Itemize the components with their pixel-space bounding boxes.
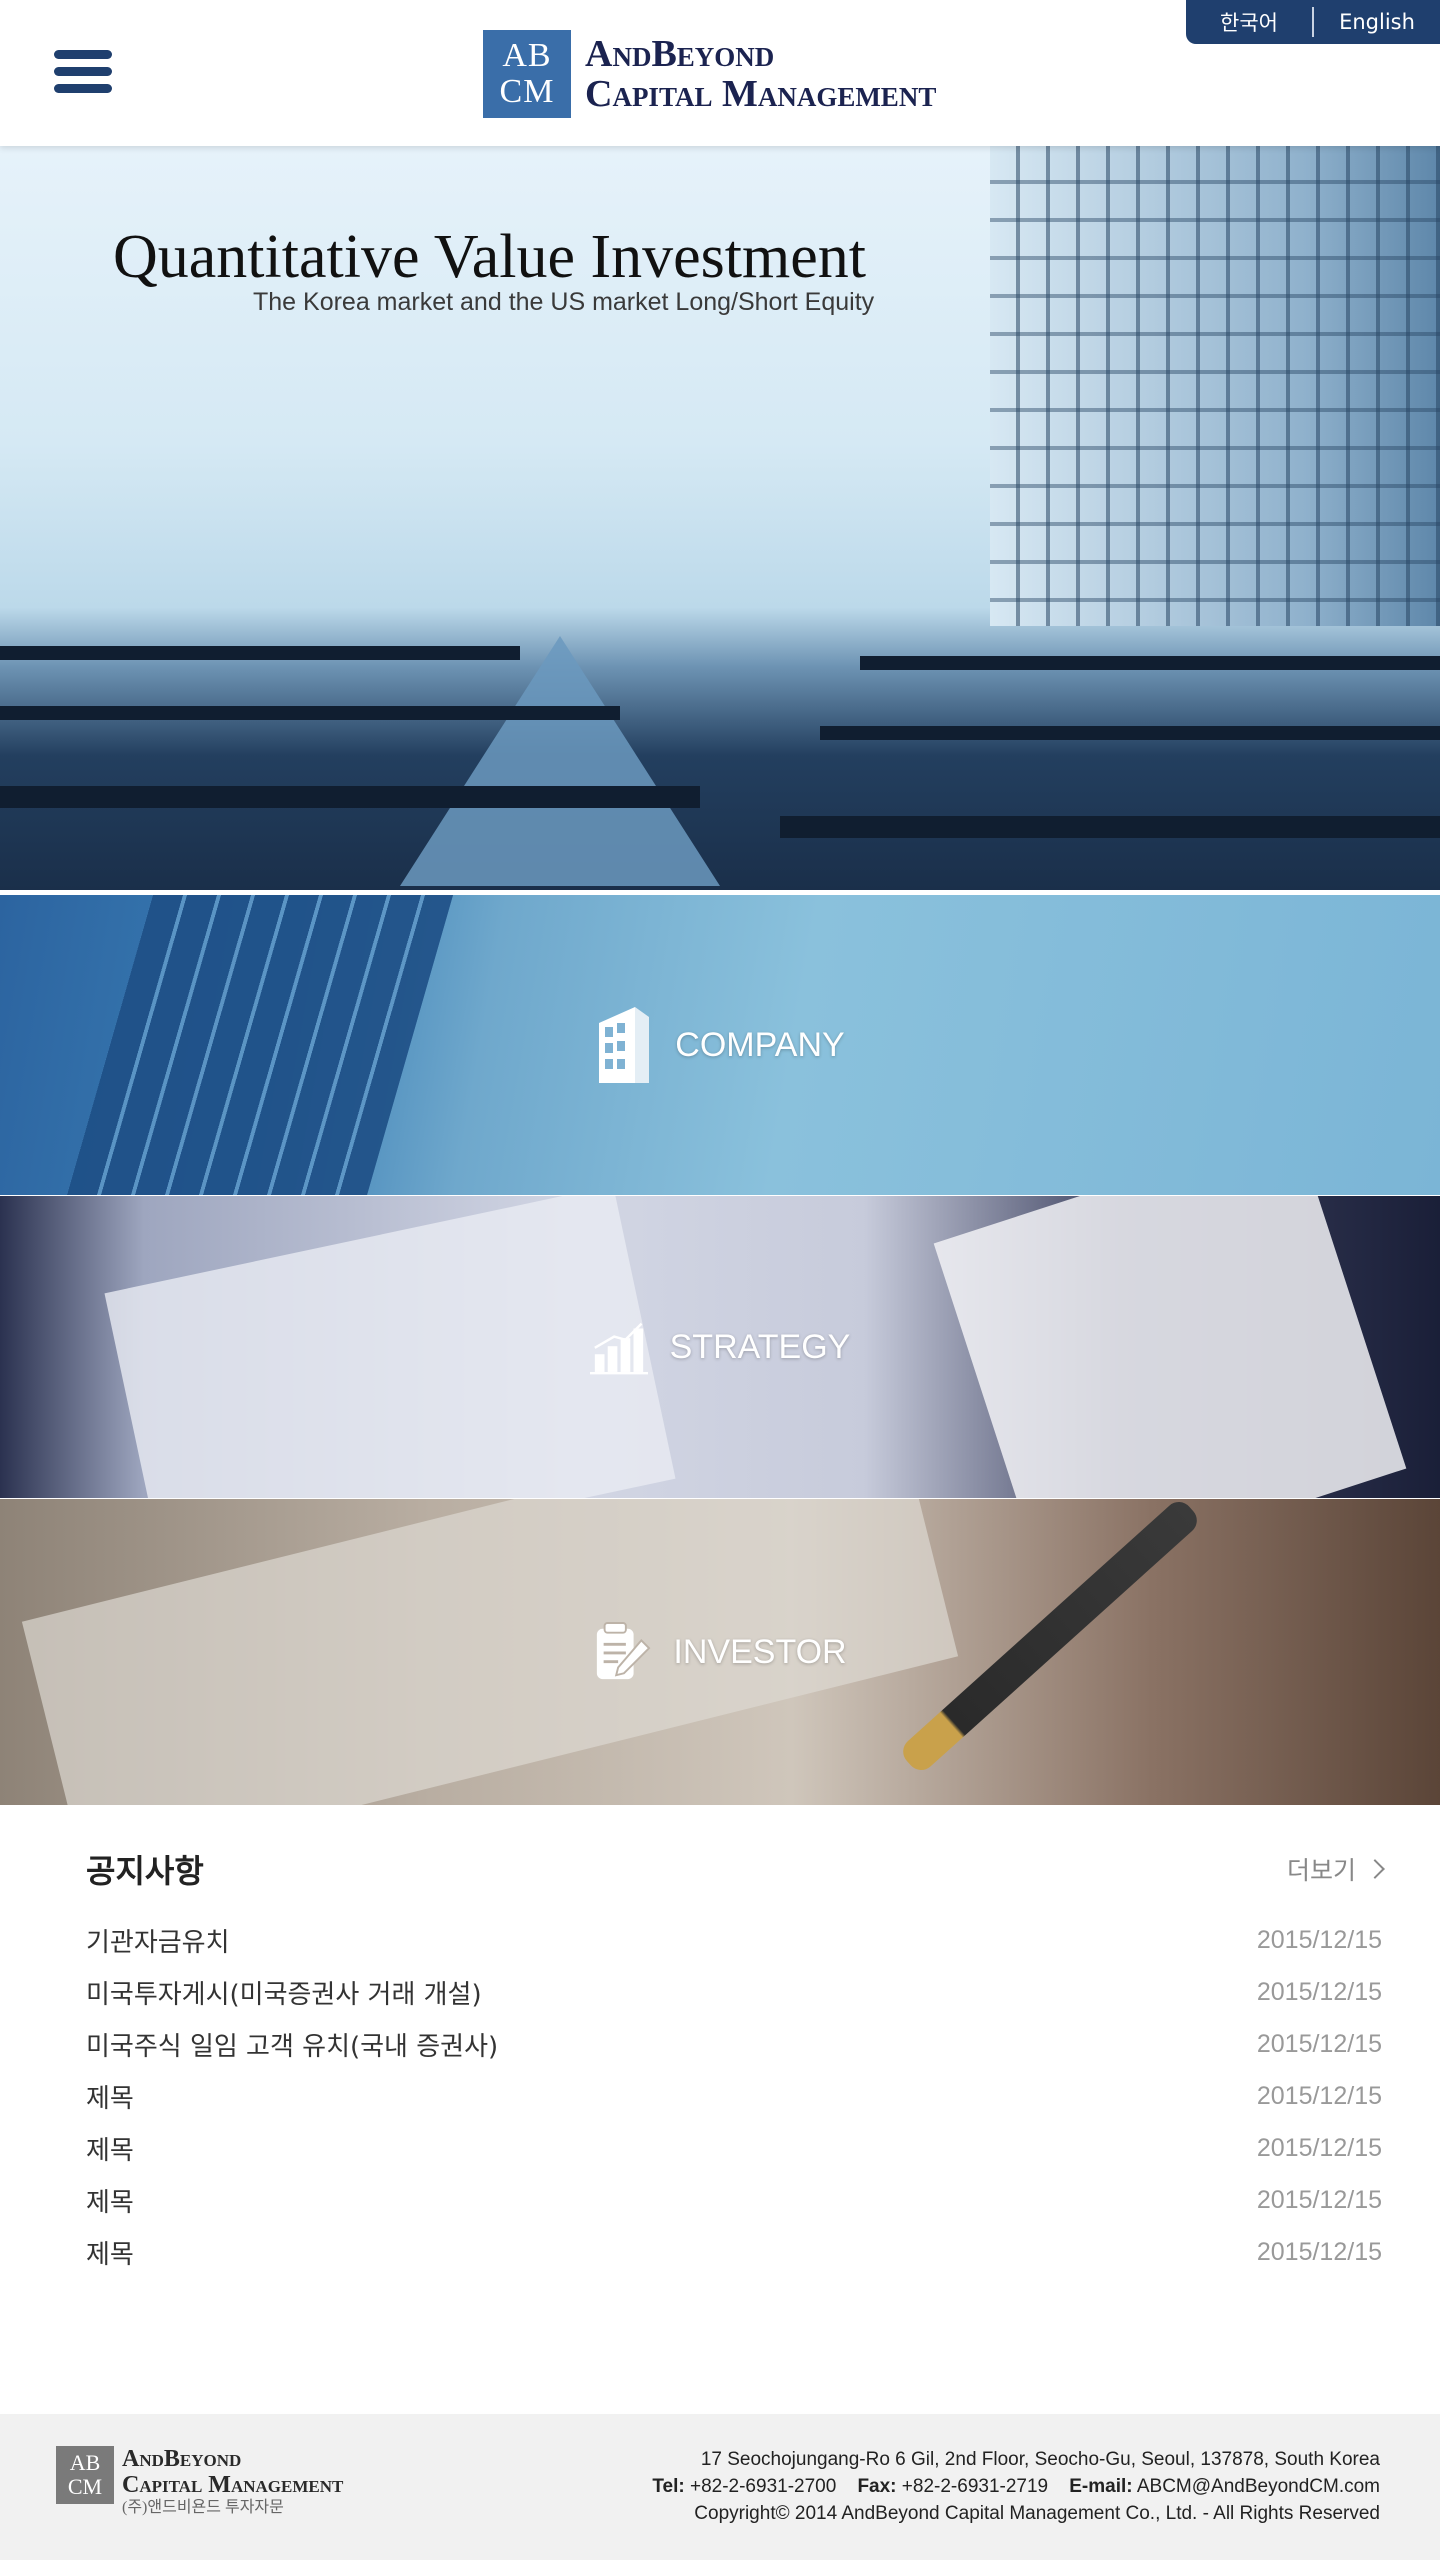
logo-mark: AB CM (483, 30, 571, 118)
notice-item-date: 2015/12/15 (1256, 2237, 1382, 2266)
footer-contacts: Tel: +82-2-6931-2700 Fax: +82-2-6931-271… (652, 2476, 1380, 2497)
footer-tel: +82-2-6931-2700 (689, 2476, 837, 2497)
investor-label: INVESTOR (673, 1632, 847, 1671)
company-label: COMPANY (675, 1025, 845, 1064)
notice-item-title: 제목 (86, 2083, 134, 2114)
hero-banner: Quantitative Value Investment The Korea … (0, 146, 1440, 890)
lang-korean-link[interactable]: 한국어 (1186, 7, 1312, 37)
footer-copyright: Copyright© 2014 AndBeyond Capital Manage… (694, 2503, 1380, 2524)
notice-header: 공지사항 더보기 (86, 1848, 1385, 1890)
site-header: AB CM AndBeyond Capital Management 한국어 E… (0, 0, 1440, 146)
company-panel[interactable]: COMPANY (0, 895, 1440, 1195)
notice-list: 기관자금유치 2015/12/15 미국투자게시(미국증권사 거래 개설) 20… (86, 1914, 1382, 2278)
notice-item-title: 미국주식 일임 고객 유치(국내 증권사) (86, 2031, 499, 2062)
hero-walkway-image (400, 636, 720, 886)
site-logo[interactable]: AB CM AndBeyond Capital Management (483, 30, 936, 118)
notice-title: 공지사항 (86, 1852, 204, 1890)
notice-section: 공지사항 더보기 기관자금유치 2015/12/15 미국투자게시(미국증권사 … (86, 1848, 1385, 2278)
footer-email[interactable]: ABCM@AndBeyondCM.com (1137, 2476, 1380, 2497)
notice-item-title: 제목 (86, 2135, 134, 2166)
investor-panel[interactable]: INVESTOR (0, 1499, 1440, 1805)
bar-chart-icon (589, 1305, 648, 1389)
lang-english-link[interactable]: English (1314, 10, 1440, 34)
notice-item[interactable]: 제목 2015/12/15 (86, 2226, 1382, 2278)
footer-fax: +82-2-6931-2719 (901, 2476, 1049, 2497)
hero-subtitle: The Korea market and the US market Long/… (253, 288, 875, 316)
footer-contact-info: 17 Seochojungang-Ro 6 Gil, 2nd Floor, Se… (652, 2446, 1380, 2527)
notice-item[interactable]: 기관자금유치 2015/12/15 (86, 1914, 1382, 1966)
footer-logo-wordmark: AndBeyond Capital Management (주)앤드비욘드 투자… (122, 2446, 344, 2516)
notice-item[interactable]: 미국투자게시(미국증권사 거래 개설) 2015/12/15 (86, 1966, 1382, 2018)
footer-logo-korean: (주)앤드비욘드 투자자문 (122, 2499, 284, 2516)
notice-item-title: 미국투자게시(미국증권사 거래 개설) (86, 1979, 482, 2010)
hamburger-menu-icon[interactable] (54, 50, 112, 98)
notice-item[interactable]: 제목 2015/12/15 (86, 2174, 1382, 2226)
notice-item-date: 2015/12/15 (1256, 1977, 1382, 2006)
logo-wordmark: AndBeyond Capital Management (585, 33, 937, 115)
notice-item[interactable]: 제목 2015/12/15 (86, 2070, 1382, 2122)
footer-logo-mark: AB CM (56, 2446, 114, 2504)
notice-item[interactable]: 제목 2015/12/15 (86, 2122, 1382, 2174)
notice-item-date: 2015/12/15 (1256, 1925, 1382, 1954)
notice-item-date: 2015/12/15 (1256, 2081, 1382, 2110)
notice-item-date: 2015/12/15 (1256, 2185, 1382, 2214)
strategy-label: STRATEGY (669, 1327, 851, 1366)
more-link[interactable]: 더보기 (1286, 1851, 1385, 1887)
document-pen-icon (593, 1610, 651, 1694)
hero-building-image (990, 146, 1440, 626)
notice-item[interactable]: 미국주식 일임 고객 유치(국내 증권사) 2015/12/15 (86, 2018, 1382, 2070)
notice-item-title: 제목 (86, 2187, 134, 2218)
footer-logo: AB CM AndBeyond Capital Management (주)앤드… (56, 2446, 343, 2518)
strategy-panel[interactable]: STRATEGY (0, 1196, 1440, 1498)
notice-item-title: 기관자금유치 (86, 1927, 230, 1958)
chevron-right-icon (1365, 1859, 1385, 1879)
notice-item-date: 2015/12/15 (1256, 2029, 1382, 2058)
site-footer: AB CM AndBeyond Capital Management (주)앤드… (0, 2414, 1440, 2560)
footer-address: 17 Seochojungang-Ro 6 Gil, 2nd Floor, Se… (700, 2449, 1380, 2470)
notice-item-title: 제목 (86, 2239, 134, 2270)
notice-item-date: 2015/12/15 (1256, 2133, 1382, 2162)
more-label: 더보기 (1286, 1856, 1356, 1885)
hero-title: Quantitative Value Investment (113, 223, 866, 291)
building-icon (595, 1003, 653, 1087)
language-switcher: 한국어 English (1186, 0, 1440, 44)
company-background-image (66, 895, 454, 1195)
